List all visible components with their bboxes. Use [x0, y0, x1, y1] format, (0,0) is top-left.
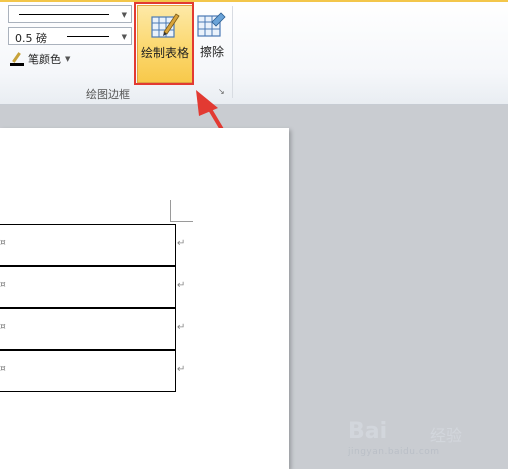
row-end-marker: ↵	[177, 322, 186, 333]
row-end-marker: ↵	[177, 364, 186, 375]
table-row[interactable]: ¤	[0, 266, 176, 308]
line-style-preview	[19, 14, 109, 15]
table-row[interactable]: ¤	[0, 350, 176, 392]
line-weight-combo[interactable]: 0.5 磅 ▼	[8, 27, 132, 45]
group-separator	[232, 6, 233, 98]
pen-color-button[interactable]: 笔颜色 ▼	[10, 51, 70, 67]
pen-icon	[10, 52, 24, 66]
line-weight-value: 0.5 磅	[15, 32, 47, 45]
draw-borders-group-label: 绘图边框	[86, 88, 130, 101]
row-end-marker: ↵	[177, 238, 186, 249]
chevron-down-icon: ▼	[121, 33, 127, 41]
watermark-brand-cn: 经验	[430, 426, 463, 445]
line-weight-preview	[67, 36, 109, 37]
cell-marker: ¤	[0, 364, 6, 374]
highlight-box	[134, 2, 194, 85]
table-row[interactable]: ¤	[0, 308, 176, 350]
eraser-button[interactable]: 擦除	[194, 5, 230, 83]
table-row[interactable]: ¤	[0, 224, 176, 266]
ribbon: ▼ 0.5 磅 ▼ 笔颜色 ▼ 绘制表格 擦除 绘图边框 ↘	[0, 0, 508, 105]
chevron-down-icon: ▼	[65, 55, 71, 63]
document-page: ¤ ↵ ¤ ↵ ¤ ↵ ¤ ↵	[0, 128, 289, 469]
watermark-url: jingyan.baidu.com	[348, 447, 440, 457]
cell-marker: ¤	[0, 322, 6, 332]
watermark-brand: Bai	[348, 419, 388, 444]
ribbon-top-border	[0, 0, 508, 2]
eraser-label: 擦除	[199, 45, 224, 59]
row-end-marker: ↵	[177, 280, 186, 291]
chevron-down-icon: ▼	[121, 11, 127, 19]
pen-color-label: 笔颜色	[28, 53, 61, 66]
margin-corner-mark	[170, 200, 171, 222]
watermark: Bai 经验 jingyan.baidu.com	[348, 419, 498, 463]
dialog-launcher-icon[interactable]: ↘	[218, 87, 227, 96]
cell-marker: ¤	[0, 280, 6, 290]
eraser-icon	[197, 12, 226, 37]
cell-marker: ¤	[0, 238, 6, 248]
margin-corner-mark	[171, 221, 193, 222]
line-style-combo[interactable]: ▼	[8, 5, 132, 23]
